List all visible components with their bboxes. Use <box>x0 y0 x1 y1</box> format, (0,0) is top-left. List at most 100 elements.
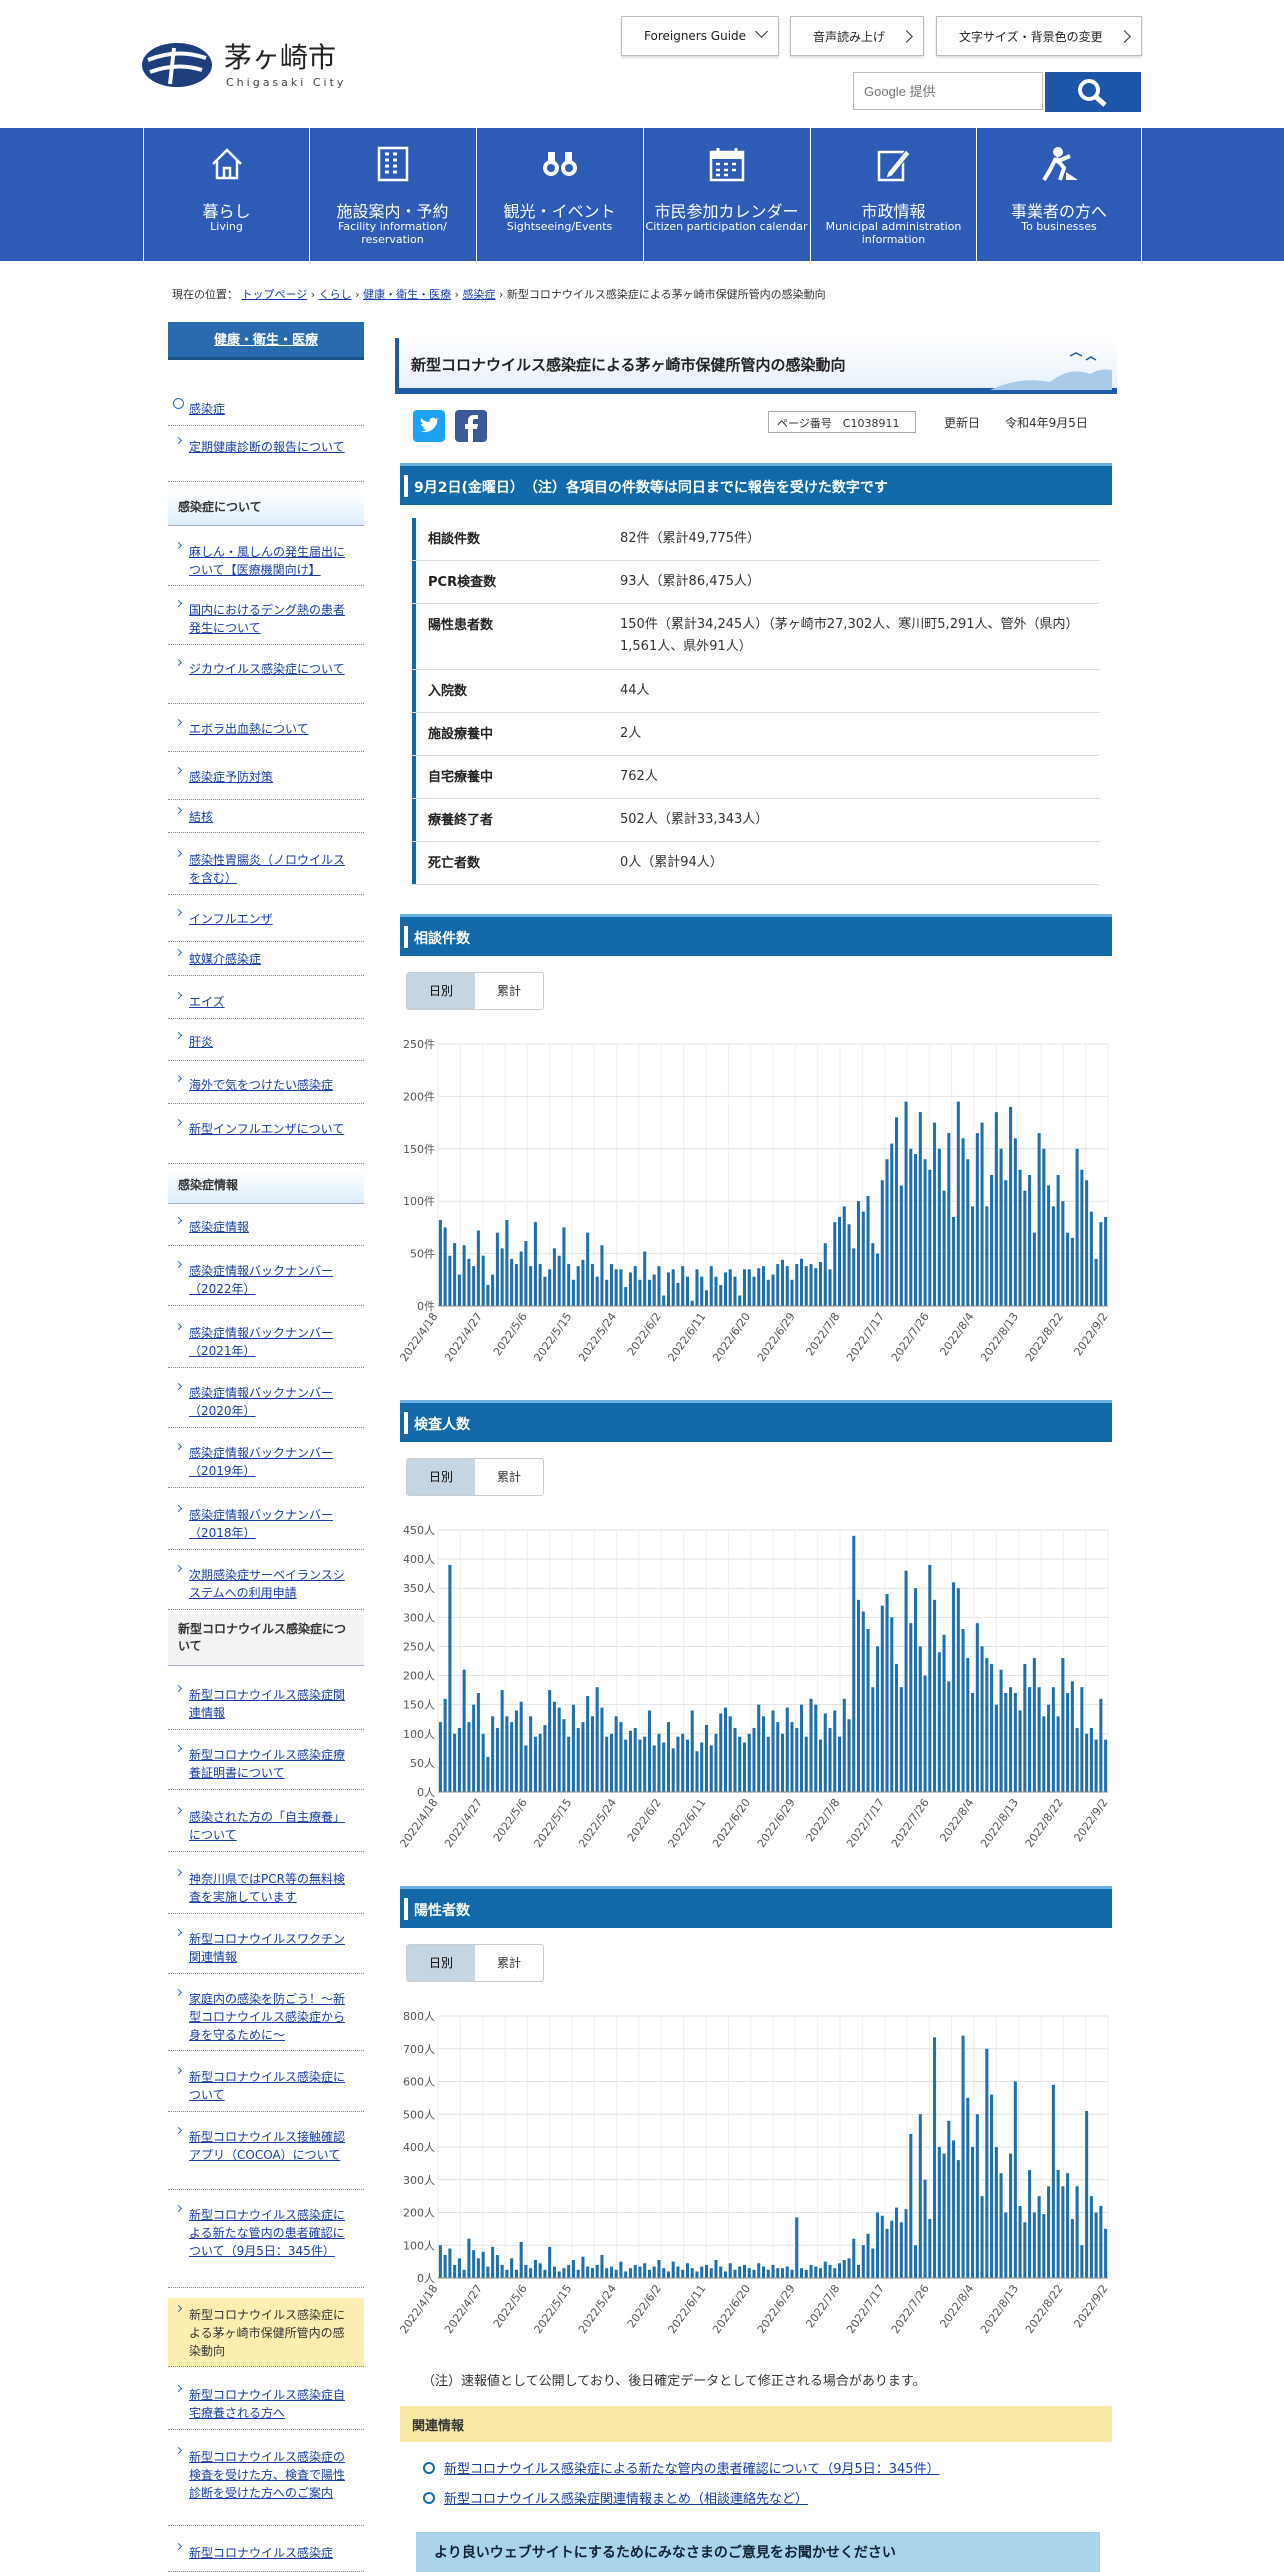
search-input[interactable] <box>853 72 1043 110</box>
nav-item-1[interactable]: 暮らし Living <box>143 128 309 261</box>
sidebar-item-link[interactable]: 肝炎 <box>189 1035 213 1049</box>
sidebar-item[interactable]: ジカウイルス感染症について <box>168 652 364 704</box>
sidebar-item-link[interactable]: 麻しん・風しんの発生届出について【医療機関向け】 <box>189 545 345 577</box>
sidebar-item-link[interactable]: 感染症情報 <box>189 1220 249 1234</box>
sidebar-item[interactable]: 海外で気をつけたい感染症 <box>168 1068 364 1104</box>
sidebar-item[interactable]: 定期健康診断の報告について <box>168 430 364 482</box>
voice-reader-button[interactable]: 音声読み上げ <box>790 16 924 56</box>
sidebar-item-link[interactable]: ジカウイルス感染症について <box>189 662 345 676</box>
sidebar-item[interactable]: エイズ <box>168 985 364 1019</box>
sidebar-item-link[interactable]: インフルエンザ <box>189 912 273 926</box>
sidebar-item-link[interactable]: 感染症情報バックナンバー（2022年） <box>189 1264 333 1296</box>
sidebar-item[interactable]: 感染症情報 <box>168 1210 364 1246</box>
foreigners-guide-button[interactable]: Foreigners Guide <box>621 16 779 56</box>
sidebar-item-link[interactable]: 新型コロナウイルス接触確認アプリ（COCOA）について <box>189 2130 345 2162</box>
search-button[interactable] <box>1045 72 1141 112</box>
nav-item-5[interactable]: 市政情報 Municipal administration information <box>810 128 976 261</box>
sidebar-item[interactable]: 新型コロナウイルス感染症による新たな管内の患者確認について（9月5日：345件） <box>168 2198 364 2288</box>
chart-bar <box>1009 1106 1013 1306</box>
sidebar-heading[interactable]: 健康・衛生・医療 <box>168 322 364 360</box>
sidebar-item-link[interactable]: 感染症情報バックナンバー（2019年） <box>189 1446 333 1478</box>
sidebar-item-link[interactable]: 国内におけるデング熱の患者発生について <box>189 603 345 635</box>
sidebar-item[interactable]: 新型コロナウイルス接触確認アプリ（COCOA）について <box>168 2120 364 2190</box>
sidebar-item-link[interactable]: 感染症情報バックナンバー（2020年） <box>189 1386 333 1418</box>
tab-daily[interactable]: 日別 <box>407 973 475 1009</box>
sidebar-item[interactable]: 新型コロナウイルス感染症療養証明書について <box>168 1738 364 1790</box>
nav-item-4[interactable]: 市民参加カレンダー Citizen participation calendar <box>643 128 809 261</box>
sidebar-item[interactable]: 新型インフルエンザについて <box>168 1112 364 1164</box>
sidebar-item-link[interactable]: 新型インフルエンザについて <box>189 1122 344 1136</box>
tab-cumulative[interactable]: 累計 <box>475 973 543 1009</box>
sidebar-item-link[interactable]: 新型コロナウイルスワクチン関連情報 <box>189 1932 345 1964</box>
sidebar-item[interactable]: 家庭内の感染を防ごう！～新型コロナウイルス感染症から身を守るために～ <box>168 1982 364 2051</box>
tab-cumulative[interactable]: 累計 <box>475 1459 543 1495</box>
sidebar-item[interactable]: 感染症情報バックナンバー（2018年） <box>168 1498 364 1550</box>
city-logo[interactable]: 茅ヶ崎市 Chigasaki City <box>140 36 370 96</box>
sidebar-item[interactable]: 新型コロナウイルス感染症の検査を受けた方、検査で陽性診断を受けた方へのご案内 <box>168 2440 364 2526</box>
tab-daily[interactable]: 日別 <box>407 1945 475 1981</box>
sidebar-item-link[interactable]: 新型コロナウイルス感染症自宅療養される方へ <box>189 2388 345 2420</box>
sidebar-item[interactable]: 新型コロナウイルス感染症について <box>168 2060 364 2112</box>
sidebar-item-link[interactable]: 家庭内の感染を防ごう！～新型コロナウイルス感染症から身を守るために～ <box>189 1992 345 2042</box>
sidebar-item[interactable]: 神奈川県ではPCR等の無料検査を実施しています <box>168 1862 364 1914</box>
related-link-2-text[interactable]: 新型コロナウイルス感染症関連情報まとめ（相談連絡先など） <box>444 2492 808 2507</box>
sidebar-item[interactable]: 感染症情報バックナンバー（2021年） <box>168 1316 364 1368</box>
breadcrumb-link-top[interactable]: トップページ <box>242 288 308 301</box>
sidebar-item[interactable]: 感染症情報バックナンバー（2019年） <box>168 1436 364 1488</box>
sidebar-item[interactable]: 肝炎 <box>168 1025 364 1061</box>
sidebar-item[interactable]: インフルエンザ <box>168 902 364 942</box>
sidebar-item[interactable]: 感染症 <box>168 392 364 426</box>
sidebar-item-link[interactable]: 蚊媒介感染症 <box>189 952 261 966</box>
sidebar-item-link[interactable]: 次期感染症サーベイランスシステムへの利用申請 <box>189 1568 345 1600</box>
nav-item-3[interactable]: 観光・イベント Sightseeing/Events <box>476 128 642 261</box>
tab-daily[interactable]: 日別 <box>407 1459 475 1495</box>
sidebar-item-link[interactable]: 新型コロナウイルス感染症による新たな管内の患者確認について（9月5日：345件） <box>189 2208 345 2258</box>
sidebar-item[interactable]: 感染症情報バックナンバー（2022年） <box>168 1254 364 1306</box>
sidebar-item[interactable]: 感染性胃腸炎（ノロウイルスを含む） <box>168 843 364 895</box>
sidebar-item-link[interactable]: 感染症予防対策 <box>189 770 273 784</box>
chart-bar <box>1042 2214 1046 2278</box>
sidebar-item[interactable]: 新型コロナウイルスワクチン関連情報 <box>168 1922 364 1974</box>
sidebar-item[interactable]: 結核 <box>168 800 364 833</box>
sidebar-item-link[interactable]: 感染症情報バックナンバー（2021年） <box>189 1326 333 1358</box>
sidebar-item[interactable]: 感染症情報バックナンバー（2020年） <box>168 1376 364 1428</box>
sidebar-item-link[interactable]: 神奈川県ではPCR等の無料検査を実施しています <box>189 1872 345 1904</box>
sidebar-item[interactable]: 国内におけるデング熱の患者発生について <box>168 593 364 645</box>
sidebar-item[interactable]: 新型コロナウイルス感染症自宅療養される方へ <box>168 2378 364 2430</box>
related-link-1[interactable]: 新型コロナウイルス感染症による新たな管内の患者確認について（9月5日：345件） <box>423 2458 940 2477</box>
sidebar-item-link[interactable]: エイズ <box>189 995 225 1009</box>
sidebar-item[interactable]: 新型コロナウイルス感染症関連情報 <box>168 1678 364 1730</box>
sidebar-item-link[interactable]: 感染症 <box>189 402 225 416</box>
sidebar-item-link[interactable]: 海外で気をつけたい感染症 <box>189 1078 333 1092</box>
y-tick-label: 200件 <box>403 1090 435 1103</box>
sidebar-item-link[interactable]: 感染性胃腸炎（ノロウイルスを含む） <box>189 853 345 885</box>
twitter-share-button[interactable] <box>413 410 445 442</box>
nav-item-6[interactable]: 事業者の方へ To businesses <box>976 128 1142 261</box>
nav-item-2[interactable]: 施設案内・予約 Facility information/ reservation <box>309 128 475 261</box>
sidebar-item[interactable]: 新型コロナウイルス感染症 <box>168 2536 364 2572</box>
sidebar-item[interactable]: 感染された方の「自主療養」について <box>168 1800 364 1852</box>
font-color-settings-button[interactable]: 文字サイズ・背景色の変更 <box>936 16 1142 56</box>
breadcrumb-link-infection[interactable]: 感染症 <box>463 288 496 301</box>
sidebar-item-link[interactable]: 新型コロナウイルス感染症の検査を受けた方、検査で陽性診断を受けた方へのご案内 <box>189 2450 345 2500</box>
sidebar-item[interactable]: 感染症予防対策 <box>168 760 364 800</box>
breadcrumb-link-health[interactable]: 健康・衛生・医療 <box>363 288 451 301</box>
sidebar-item-link[interactable]: 新型コロナウイルス感染症関連情報 <box>189 1688 345 1720</box>
facebook-share-button[interactable] <box>455 410 487 442</box>
sidebar-item-link[interactable]: 新型コロナウイルス感染症療養証明書について <box>189 1748 345 1780</box>
related-link-1-text[interactable]: 新型コロナウイルス感染症による新たな管内の患者確認について（9月5日：345件） <box>444 2462 940 2477</box>
sidebar-item-link[interactable]: 感染症情報バックナンバー（2018年） <box>189 1508 333 1540</box>
sidebar-item-link[interactable]: エボラ出血熱について <box>189 722 309 736</box>
sidebar-item[interactable]: 次期感染症サーベイランスシステムへの利用申請 <box>168 1558 364 1610</box>
sidebar-item[interactable]: エボラ出血熱について <box>168 712 364 752</box>
sidebar-item-link[interactable]: 新型コロナウイルス感染症 <box>189 2546 333 2560</box>
related-link-2[interactable]: 新型コロナウイルス感染症関連情報まとめ（相談連絡先など） <box>422 2488 808 2507</box>
tab-cumulative[interactable]: 累計 <box>475 1945 543 1981</box>
sidebar-item-link[interactable]: 感染された方の「自主療養」について <box>189 1810 345 1842</box>
breadcrumb-link-living[interactable]: くらし <box>319 288 352 301</box>
sidebar-item[interactable]: 麻しん・風しんの発生届出について【医療機関向け】 <box>168 535 364 586</box>
sidebar-item-link[interactable]: 新型コロナウイルス感染症について <box>189 2070 345 2102</box>
sidebar-item-link[interactable]: 定期健康診断の報告について <box>189 440 345 454</box>
sidebar-item-link[interactable]: 結核 <box>189 810 213 824</box>
sidebar-item[interactable]: 蚊媒介感染症 <box>168 942 364 976</box>
